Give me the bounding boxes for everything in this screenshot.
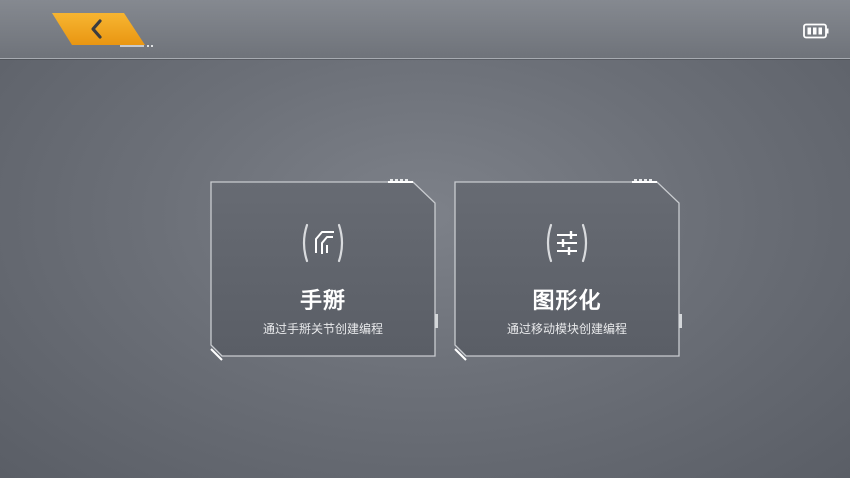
card-graphical-programming[interactable]: 图形化 通过移动模块创建编程 — [452, 179, 682, 362]
card-subtitle: 通过手掰关节创建编程 — [262, 322, 383, 336]
joint-bracket-icon — [302, 223, 344, 263]
card-manual-programming[interactable]: 手掰 通过手掰关节创建编程 — [208, 179, 438, 362]
top-bar — [0, 0, 850, 59]
decorative-dots — [120, 45, 153, 47]
sliders-bracket-icon — [546, 223, 588, 263]
battery-icon — [803, 23, 829, 39]
card-subtitle: 通过移动模块创建编程 — [506, 322, 627, 336]
card-title: 图形化 — [532, 289, 602, 314]
back-button[interactable] — [52, 12, 146, 46]
card-title: 手掰 — [299, 289, 346, 314]
back-button-shape — [52, 13, 145, 45]
